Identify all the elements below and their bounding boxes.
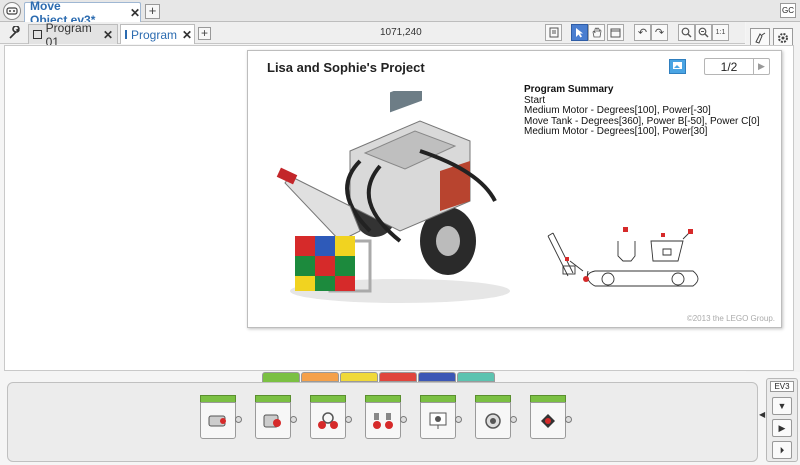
zoom-out-icon[interactable] [678, 24, 695, 41]
download-and-run-icon[interactable]: ▶ [772, 419, 792, 437]
project-file-tab[interactable]: Move Object.ev3* ✕ [24, 0, 141, 27]
tab-program-01[interactable]: Program 01 ✕ [28, 21, 118, 49]
zoom-in-icon[interactable] [695, 24, 712, 41]
conveyor-sketch [547, 227, 699, 287]
status-light-icon [541, 413, 555, 428]
close-project-icon[interactable]: ✕ [130, 6, 140, 20]
tab-advanced-blocks[interactable] [418, 372, 456, 382]
medium-motor-block[interactable] [200, 395, 242, 441]
page-navigator: 1/2 ▶ [704, 58, 770, 75]
hardware-page: EV3 ▼ ▶ ⏵ [766, 378, 798, 462]
copyright-text: ©2013 the LEGO Group. [686, 314, 775, 323]
robot-image [276, 91, 510, 303]
add-project-button[interactable]: + [145, 4, 160, 19]
content-editor-icon[interactable] [607, 24, 624, 41]
close-tab-icon[interactable]: ✕ [103, 28, 113, 42]
project-properties-icon[interactable] [6, 25, 24, 41]
summary-heading: Program Summary [524, 84, 614, 95]
sound-icon [485, 412, 501, 429]
next-page-icon[interactable]: ▶ [753, 59, 769, 74]
pan-tool-icon[interactable] [588, 24, 605, 41]
gc-badge: GC [780, 3, 796, 18]
tab-sensor-blocks[interactable] [340, 372, 378, 382]
collapse-hardware-icon[interactable]: ◀ [759, 410, 765, 420]
select-tool-icon[interactable] [571, 24, 588, 41]
ev3-label: EV3 [770, 381, 794, 392]
lobby-icon[interactable] [3, 2, 21, 20]
summary-line: Medium Motor - Degrees[100], Power[30] [524, 126, 708, 137]
insert-image-icon[interactable] [669, 59, 686, 74]
medium-motor-icon [208, 415, 226, 426]
move-steering-block[interactable] [310, 395, 352, 441]
add-program-button[interactable]: + [198, 27, 211, 40]
large-motor-block[interactable] [255, 395, 297, 441]
tab-program[interactable]: Program ✕ [120, 24, 195, 44]
close-tab-icon[interactable]: ✕ [182, 28, 192, 42]
tab-my-blocks[interactable] [457, 372, 495, 382]
redo-icon[interactable]: ↷ [651, 24, 668, 41]
title-bar: Move Object.ev3* ✕ + GC [0, 0, 800, 27]
tank-icon [373, 412, 393, 429]
run-selected-icon[interactable]: ⏵ [772, 441, 792, 459]
steering-wheel-icon [318, 411, 338, 429]
summary-line: Medium Motor - Degrees[100], Power[-30] [524, 105, 711, 116]
tab-flow-control[interactable] [301, 372, 339, 382]
program-summary: Program Summary Start Medium Motor - Deg… [524, 84, 759, 138]
program-tab-bar: Program 01 ✕ Program ✕ + 1071,240 ↶ ↷ 1:… [0, 21, 745, 49]
zoom-reset-icon[interactable]: 1:1 [712, 24, 729, 41]
sound-block[interactable] [475, 395, 517, 441]
content-editor-page: Lisa and Sophie's Project 1/2 ▶ Program … [247, 50, 782, 328]
display-icon [429, 412, 447, 429]
page-indicator: 1/2 [720, 59, 738, 74]
comment-icon[interactable] [545, 24, 562, 41]
brick-status-light-block[interactable] [530, 395, 572, 441]
palette-blocks [200, 395, 572, 445]
large-motor-icon [263, 414, 281, 427]
program-icon [33, 30, 42, 39]
program-icon [125, 30, 127, 39]
undo-icon[interactable]: ↶ [634, 24, 651, 41]
coordinate-readout: 1071,240 [380, 27, 422, 38]
tab-data-operations[interactable] [379, 372, 417, 382]
download-icon[interactable]: ▼ [772, 397, 792, 415]
move-tank-block[interactable] [365, 395, 407, 441]
tab-label: Program [131, 27, 178, 42]
page-title: Lisa and Sophie's Project [267, 60, 425, 75]
display-block[interactable] [420, 395, 462, 441]
